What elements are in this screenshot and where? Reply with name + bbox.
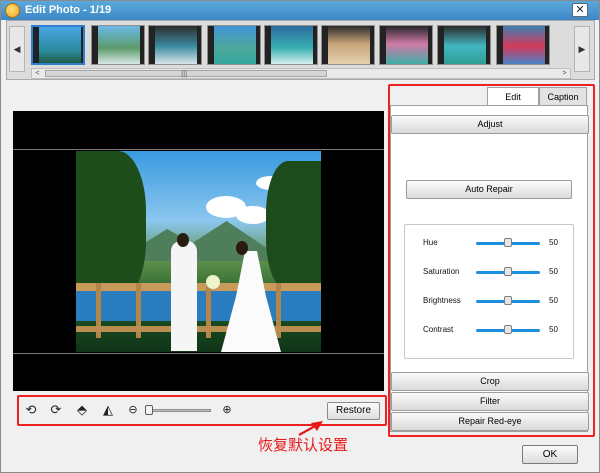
wedding-photo xyxy=(76,151,321,352)
scroll-right-icon[interactable]: > xyxy=(559,69,570,78)
edit-photo-window: Edit Photo - 1/19 ✕ ◀ ▶ < ||| > ⟲ ⟳ ⬘ ◭ … xyxy=(0,0,600,473)
title-bar: Edit Photo - 1/19 ✕ xyxy=(1,1,599,20)
thumbnail[interactable] xyxy=(264,25,318,65)
thumbnail[interactable] xyxy=(321,25,375,65)
scrollbar-thumb[interactable]: ||| xyxy=(45,69,327,78)
photo-viewer xyxy=(13,111,384,391)
window-title: Edit Photo - 1/19 xyxy=(25,4,112,16)
annotation-toolbar-highlight xyxy=(17,395,387,426)
thumbnail-strip: ◀ ▶ < ||| > xyxy=(6,20,595,80)
annotation-panel-highlight xyxy=(388,84,595,437)
ok-button[interactable]: OK xyxy=(522,445,578,464)
thumbnail[interactable] xyxy=(379,25,433,65)
app-icon xyxy=(5,3,20,18)
close-button[interactable]: ✕ xyxy=(572,3,588,17)
previous-arrow-icon[interactable]: ◀ xyxy=(9,26,25,72)
filmstrip-scrollbar[interactable]: < ||| > xyxy=(31,68,571,79)
scroll-left-icon[interactable]: < xyxy=(32,69,43,78)
next-arrow-icon[interactable]: ▶ xyxy=(574,26,590,72)
thumbnail[interactable] xyxy=(496,25,550,65)
thumbnail[interactable] xyxy=(437,25,491,65)
thumbnail[interactable] xyxy=(91,25,145,65)
scrollbar-grip-icon: ||| xyxy=(181,69,188,78)
thumbnail[interactable] xyxy=(31,25,85,65)
thumbnail[interactable] xyxy=(148,25,202,65)
annotation-text: 恢复默认设置 xyxy=(258,436,349,454)
thumbnail[interactable] xyxy=(207,25,261,65)
